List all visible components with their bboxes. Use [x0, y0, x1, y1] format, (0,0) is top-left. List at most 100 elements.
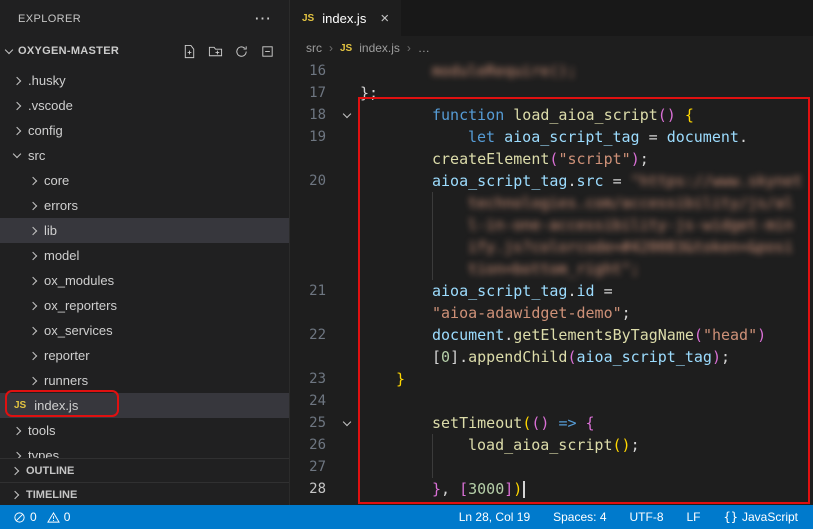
tree-item-types[interactable]: types	[0, 443, 289, 458]
code-line-wrap[interactable]: l-in-one-accessibility-js-widget-min	[290, 214, 813, 236]
tree-item-errors[interactable]: errors	[0, 193, 289, 218]
code-token: )	[513, 480, 523, 498]
code-line-23[interactable]: 23}	[290, 368, 813, 390]
line-number[interactable]	[290, 236, 334, 258]
code-token: ;	[721, 348, 731, 366]
code-line-20[interactable]: 20 aioa_script_tag.src = "https://www.sky…	[290, 170, 813, 192]
tree-item-reporter[interactable]: reporter	[0, 343, 289, 368]
code-line-27[interactable]: 27	[290, 456, 813, 478]
language-mode[interactable]: {} JavaScript	[721, 510, 801, 524]
code-line-21[interactable]: 21 aioa_script_tag.id =	[290, 280, 813, 302]
eol-setting[interactable]: LF	[684, 510, 704, 524]
tree-item-model[interactable]: model	[0, 243, 289, 268]
code-line-28[interactable]: 28}, [3000])	[290, 478, 813, 500]
close-icon[interactable]: ×	[380, 10, 389, 27]
code-line-wrap[interactable]: technologies.com/accessibility/js/al	[290, 192, 813, 214]
new-folder-icon[interactable]	[208, 44, 223, 59]
line-number[interactable]: 16	[290, 60, 334, 82]
line-number[interactable]: 28	[290, 478, 334, 500]
chevron-right-icon	[10, 490, 20, 499]
chevron-right-icon	[28, 176, 38, 185]
code-line-wrap[interactable]: tion=bottom_right";	[290, 258, 813, 280]
chevron-right-icon	[28, 226, 38, 235]
line-number[interactable]	[290, 346, 334, 368]
line-number[interactable]: 22	[290, 324, 334, 346]
code-line-26[interactable]: 26 load_aioa_script();	[290, 434, 813, 456]
code-line-19[interactable]: 19 let aioa_script_tag = document.	[290, 126, 813, 148]
line-number[interactable]	[290, 148, 334, 170]
indentation-setting[interactable]: Spaces: 4	[550, 510, 609, 524]
line-number[interactable]	[290, 192, 334, 214]
tree-item-.vscode[interactable]: .vscode	[0, 93, 289, 118]
code-line-wrap[interactable]: createElement("script");	[290, 148, 813, 170]
line-number[interactable]: 23	[290, 368, 334, 390]
code-line-wrap[interactable]: "aioa-adawidget-demo";	[290, 302, 813, 324]
code-line-17[interactable]: 17};	[290, 82, 813, 104]
code-token: ;	[621, 304, 631, 322]
code-token: [	[459, 480, 469, 498]
code-token: (	[693, 326, 703, 344]
line-number[interactable]: 27	[290, 456, 334, 478]
code-token: getElementsByTagName	[513, 326, 694, 344]
code-token: ]	[504, 480, 514, 498]
code-line-25[interactable]: 25 setTimeout(() => {	[290, 412, 813, 434]
line-number[interactable]: 24	[290, 390, 334, 412]
tree-item-lib[interactable]: lib	[0, 218, 289, 243]
tree-item-ox_modules[interactable]: ox_modules	[0, 268, 289, 293]
line-number[interactable]: 19	[290, 126, 334, 148]
code-line-24[interactable]: 24	[290, 390, 813, 412]
line-number[interactable]: 20	[290, 170, 334, 192]
line-number[interactable]	[290, 302, 334, 324]
code-text: tion=bottom_right";	[360, 258, 640, 280]
fold-chevron-icon[interactable]	[334, 104, 360, 126]
warnings-indicator[interactable]: 0	[44, 510, 74, 524]
project-section-header[interactable]: OXYGEN-MASTER	[0, 38, 289, 64]
code-token: aioa_script_tag	[576, 348, 712, 366]
timeline-panel-label: TIMELINE	[26, 488, 78, 501]
fold-gutter	[334, 60, 360, 82]
line-number[interactable]: 17	[290, 82, 334, 104]
tab-index-js[interactable]: JS index.js ×	[290, 0, 402, 36]
code-line-wrap[interactable]: ify.js?colorcode=#420083&token=&posi	[290, 236, 813, 258]
tree-item-config[interactable]: config	[0, 118, 289, 143]
tree-item-ox_services[interactable]: ox_services	[0, 318, 289, 343]
breadcrumb-file[interactable]: index.js	[359, 41, 400, 55]
collapse-folders-icon[interactable]	[260, 44, 275, 59]
code-text: aioa_script_tag.id =	[360, 280, 613, 302]
line-number[interactable]	[290, 258, 334, 280]
new-file-icon[interactable]	[182, 44, 197, 59]
refresh-icon[interactable]	[234, 44, 249, 59]
code-token: )	[711, 348, 721, 366]
outline-panel-header[interactable]: OUTLINE	[0, 458, 289, 482]
tree-item-index.js[interactable]: JS index.js	[0, 393, 289, 418]
code-token: appendChild	[468, 348, 568, 366]
breadcrumb-src[interactable]: src	[306, 41, 322, 55]
errors-indicator[interactable]: 0	[10, 510, 40, 524]
timeline-panel-header[interactable]: TIMELINE	[0, 482, 289, 505]
tree-item-ox_reporters[interactable]: ox_reporters	[0, 293, 289, 318]
line-number[interactable]: 18	[290, 104, 334, 126]
cursor-position[interactable]: Ln 28, Col 19	[456, 510, 533, 524]
line-number[interactable]: 26	[290, 434, 334, 456]
line-number[interactable]	[290, 214, 334, 236]
more-actions-icon[interactable]: ⋯	[254, 10, 271, 27]
fold-chevron-icon[interactable]	[334, 412, 360, 434]
code-line-wrap[interactable]: [0].appendChild(aioa_script_tag);	[290, 346, 813, 368]
tree-item-core[interactable]: core	[0, 168, 289, 193]
code-editor[interactable]: 16 moduleRequire(); 17}; 18 function load_ai…	[290, 60, 813, 505]
code-text: load_aioa_script();	[360, 434, 640, 456]
tree-item-.husky[interactable]: .husky	[0, 68, 289, 93]
code-token: ;	[639, 150, 649, 168]
breadcrumb-symbol[interactable]: …	[418, 41, 430, 55]
chevron-right-icon	[28, 276, 38, 285]
code-line-22[interactable]: 22 document.getElementsByTagName("head")	[290, 324, 813, 346]
code-token: 3000	[468, 480, 505, 498]
code-line-16[interactable]: 16 moduleRequire();	[290, 60, 813, 82]
code-line-18[interactable]: 18 function load_aioa_script() {	[290, 104, 813, 126]
encoding-setting[interactable]: UTF-8	[627, 510, 667, 524]
tree-item-runners[interactable]: runners	[0, 368, 289, 393]
tree-item-src[interactable]: src	[0, 143, 289, 168]
line-number[interactable]: 25	[290, 412, 334, 434]
tree-item-tools[interactable]: tools	[0, 418, 289, 443]
line-number[interactable]: 21	[290, 280, 334, 302]
